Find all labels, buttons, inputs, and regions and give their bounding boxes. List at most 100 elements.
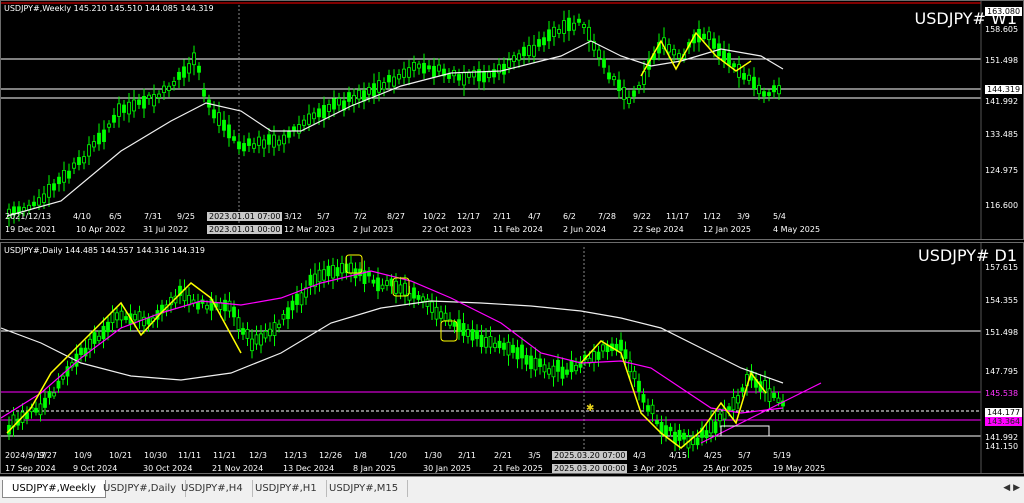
candle-body [470, 329, 475, 341]
candle-body [461, 323, 466, 336]
candle-body [52, 183, 56, 191]
candle-body [43, 397, 47, 408]
candle-body [682, 432, 686, 440]
candle-body [493, 342, 497, 349]
candle-body [392, 76, 396, 87]
candle-body [537, 39, 541, 47]
candle-body [596, 351, 601, 360]
daily-time-tick: 19 May 2025 [773, 464, 826, 473]
daily-date-mark: 9/27 [39, 451, 57, 460]
candle-body [157, 93, 161, 98]
candle-body [287, 131, 291, 138]
weekly-date-mark: 5/4 [773, 212, 786, 221]
tab-usdjpy-h4[interactable]: USDJPY#,H4 [172, 480, 253, 497]
weekly-chart-plot[interactable] [1, 1, 1023, 239]
candle-body [452, 321, 457, 327]
candle-body [637, 85, 641, 89]
weekly-chart-header: USDJPY#,Weekly 145.210 145.510 144.085 1… [4, 4, 214, 13]
candle-body [87, 144, 91, 157]
daily-price-tick: 144.177 [985, 408, 1023, 417]
daily-time-tick: 3 Apr 2025 [633, 464, 678, 473]
candle-body [242, 143, 246, 152]
candle-body [42, 193, 46, 203]
daily-time-tick: 21 Feb 2025 [493, 464, 543, 473]
candle-body [502, 342, 506, 350]
daily-date-mark: 2/21 [494, 451, 512, 460]
weekly-date-mark: 8/27 [387, 212, 405, 221]
candle-body [267, 134, 271, 145]
daily-chart-plot[interactable]: ✱ [1, 243, 1023, 473]
candle-body [241, 328, 245, 335]
candle-body [317, 108, 321, 118]
candle-body [475, 330, 479, 340]
candle-body [529, 355, 533, 370]
candle-body [577, 18, 581, 23]
candle-body [732, 63, 736, 68]
candle-body [312, 112, 316, 120]
candle-body [412, 61, 416, 71]
candle-body [347, 92, 351, 102]
candle-body [137, 311, 142, 321]
tab-usdjpy-m15[interactable]: USDJPY#,M15 [320, 480, 409, 497]
daily-time-tick-highlight: 2025.03.20 00:00 [552, 464, 628, 473]
candle-body [349, 262, 353, 274]
candle-body [102, 129, 106, 143]
daily-chart-pane[interactable]: ✱ USDJPY#,Daily 144.485 144.557 144.316 … [0, 242, 1024, 474]
daily-annotation-rect [720, 425, 770, 437]
weekly-ma-line [6, 40, 784, 217]
candle-body [560, 366, 565, 379]
candle-body [37, 197, 41, 206]
candle-body [565, 369, 569, 375]
daily-date-mark: 1/8 [354, 451, 367, 460]
candle-body [597, 49, 601, 59]
candle-body [376, 277, 380, 292]
candle-body [497, 340, 502, 349]
daily-time-tick: 17 Sep 2024 [5, 464, 56, 473]
candle-body [655, 420, 659, 425]
candle-body [467, 72, 471, 78]
weekly-date-mark: 7/31 [144, 212, 162, 221]
candle-body [237, 141, 241, 150]
candle-body [402, 68, 406, 78]
candle-body [403, 282, 407, 296]
candle-body [538, 358, 542, 367]
tab-usdjpy-weekly[interactable]: USDJPY#,Weekly [2, 480, 106, 498]
candle-body [776, 397, 781, 403]
candle-body [56, 380, 61, 389]
weekly-chart-pane[interactable]: USDJPY#,Weekly 145.210 145.510 144.085 1… [0, 0, 1024, 240]
candle-body [254, 334, 259, 345]
candle-body [527, 45, 531, 57]
candle-body [407, 67, 411, 78]
candle-body [502, 63, 506, 75]
candle-body [617, 79, 621, 92]
candle-body [524, 355, 529, 365]
candle-body [511, 344, 515, 353]
candle-body [772, 392, 776, 398]
weekly-time-tick: 2 Jun 2024 [563, 225, 607, 234]
candle-body [187, 294, 191, 306]
daily-date-mark-highlight: 2025.03.20 07:00 [552, 451, 628, 460]
weekly-date-mark: 9/22 [633, 212, 651, 221]
tab-usdjpy-h1[interactable]: USDJPY#,H1 [246, 480, 327, 497]
candle-body [702, 33, 706, 40]
candle-body [247, 138, 251, 146]
candle-body [641, 394, 646, 403]
candle-body [262, 139, 266, 149]
candle-body [97, 132, 101, 145]
candle-body [752, 76, 756, 90]
candle-body [736, 395, 740, 404]
daily-price-tick: 141.150 [985, 442, 1019, 451]
candle-body [277, 323, 281, 328]
candle-body [551, 365, 556, 378]
candle-body [556, 359, 560, 372]
candle-body [632, 370, 637, 380]
daily-date-mark: 11/11 [178, 451, 202, 460]
candle-body [232, 136, 236, 141]
daily-time-tick: 21 Nov 2024 [212, 464, 264, 473]
candle-body [205, 304, 209, 310]
candle-body [227, 300, 232, 312]
candle-body [457, 319, 461, 332]
candle-body [430, 301, 434, 313]
tab-scroll-arrows-icon[interactable]: ◀ ▶ [1003, 483, 1020, 493]
candle-body [232, 306, 236, 318]
